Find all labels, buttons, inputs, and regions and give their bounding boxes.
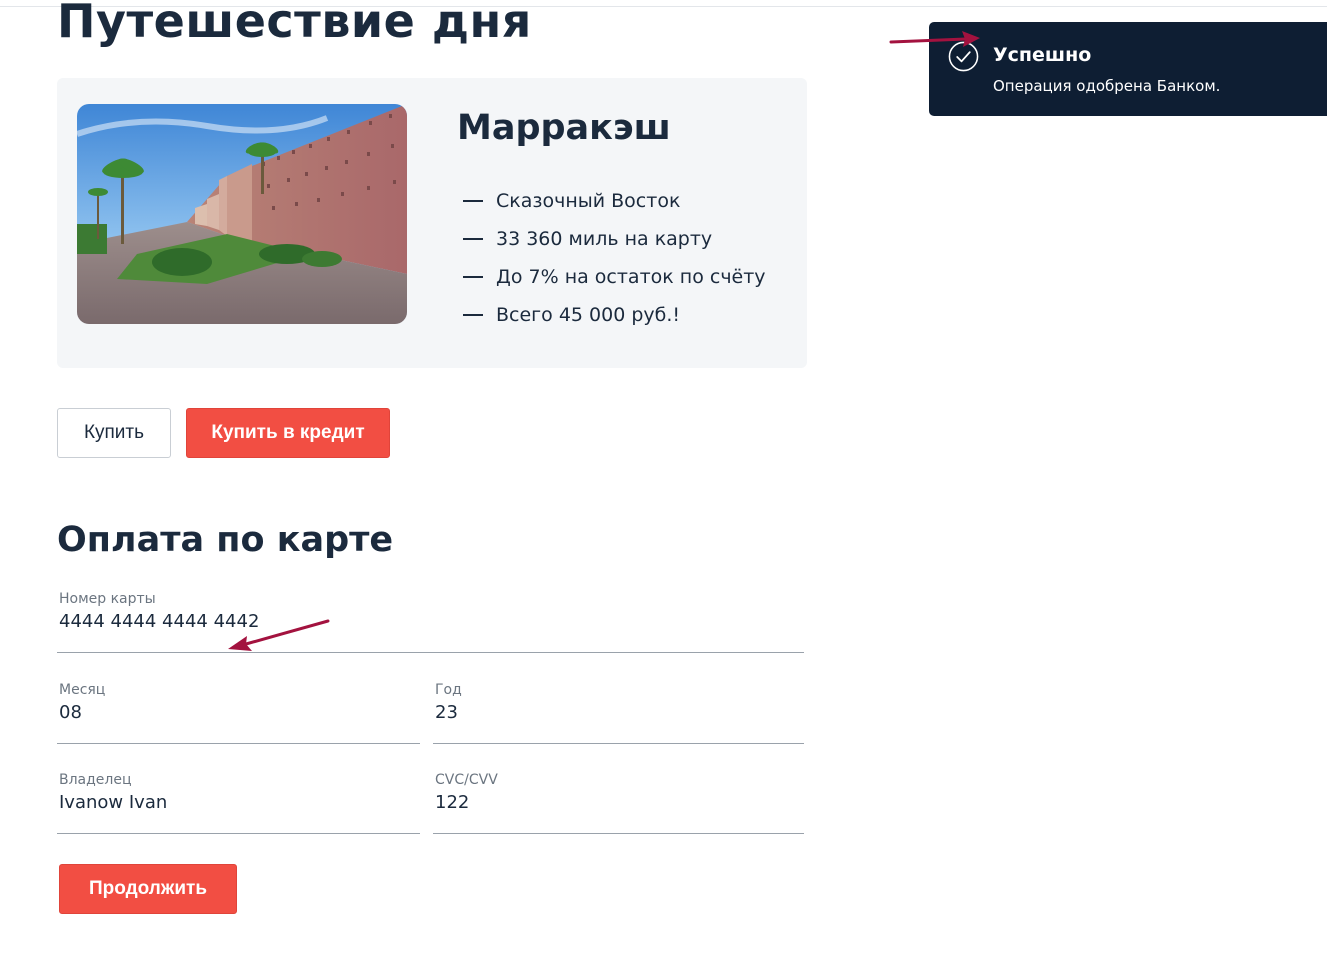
dash-icon [463,276,483,278]
dash-icon [463,200,483,202]
offer-feature-item: 33 360 миль на карту [463,220,766,258]
page-title: Путешествие дня [57,0,532,48]
marrakech-photo [77,104,407,324]
dash-icon [463,314,483,316]
card-number-field: Номер карты [57,591,804,653]
buy-credit-button[interactable]: Купить в кредит [186,408,390,458]
owner-label: Владелец [59,772,132,788]
offer-feature-text: Сказочный Восток [496,190,681,212]
offer-feature-text: До 7% на остаток по счёту [496,266,766,288]
month-field: Месяц [57,682,420,744]
offer-city-title: Марракэш [457,108,671,148]
card-number-input[interactable] [59,611,769,632]
month-input[interactable] [59,702,404,723]
offer-feature-text: Всего 45 000 руб.! [496,304,681,326]
notification-message: Операция одобрена Банком. [993,77,1221,95]
year-label: Год [435,682,462,698]
notification-title: Успешно [993,44,1092,66]
offer-feature-item: До 7% на остаток по счёту [463,258,766,296]
offer-card: Марракэш Сказочный Восток 33 360 миль на… [57,78,807,368]
cvc-field: CVC/CVV [433,772,804,834]
buy-button[interactable]: Купить [57,408,171,458]
offer-feature-item: Всего 45 000 руб.! [463,296,766,334]
card-number-label: Номер карты [59,591,156,607]
offer-feature-text: 33 360 миль на карту [496,228,713,250]
offer-features-list: Сказочный Восток 33 360 миль на карту До… [463,182,766,334]
year-input[interactable] [435,702,788,723]
offer-feature-item: Сказочный Восток [463,182,766,220]
payment-section-title: Оплата по карте [57,520,394,560]
continue-button[interactable]: Продолжить [59,864,237,914]
check-circle-icon [948,41,979,72]
month-label: Месяц [59,682,106,698]
year-field: Год [433,682,804,744]
cvc-input[interactable] [435,792,788,813]
success-notification[interactable]: Успешно Операция одобрена Банком. [929,22,1327,116]
owner-input[interactable] [59,792,404,813]
dash-icon [463,238,483,240]
cvc-label: CVC/CVV [435,772,498,788]
owner-field: Владелец [57,772,420,834]
